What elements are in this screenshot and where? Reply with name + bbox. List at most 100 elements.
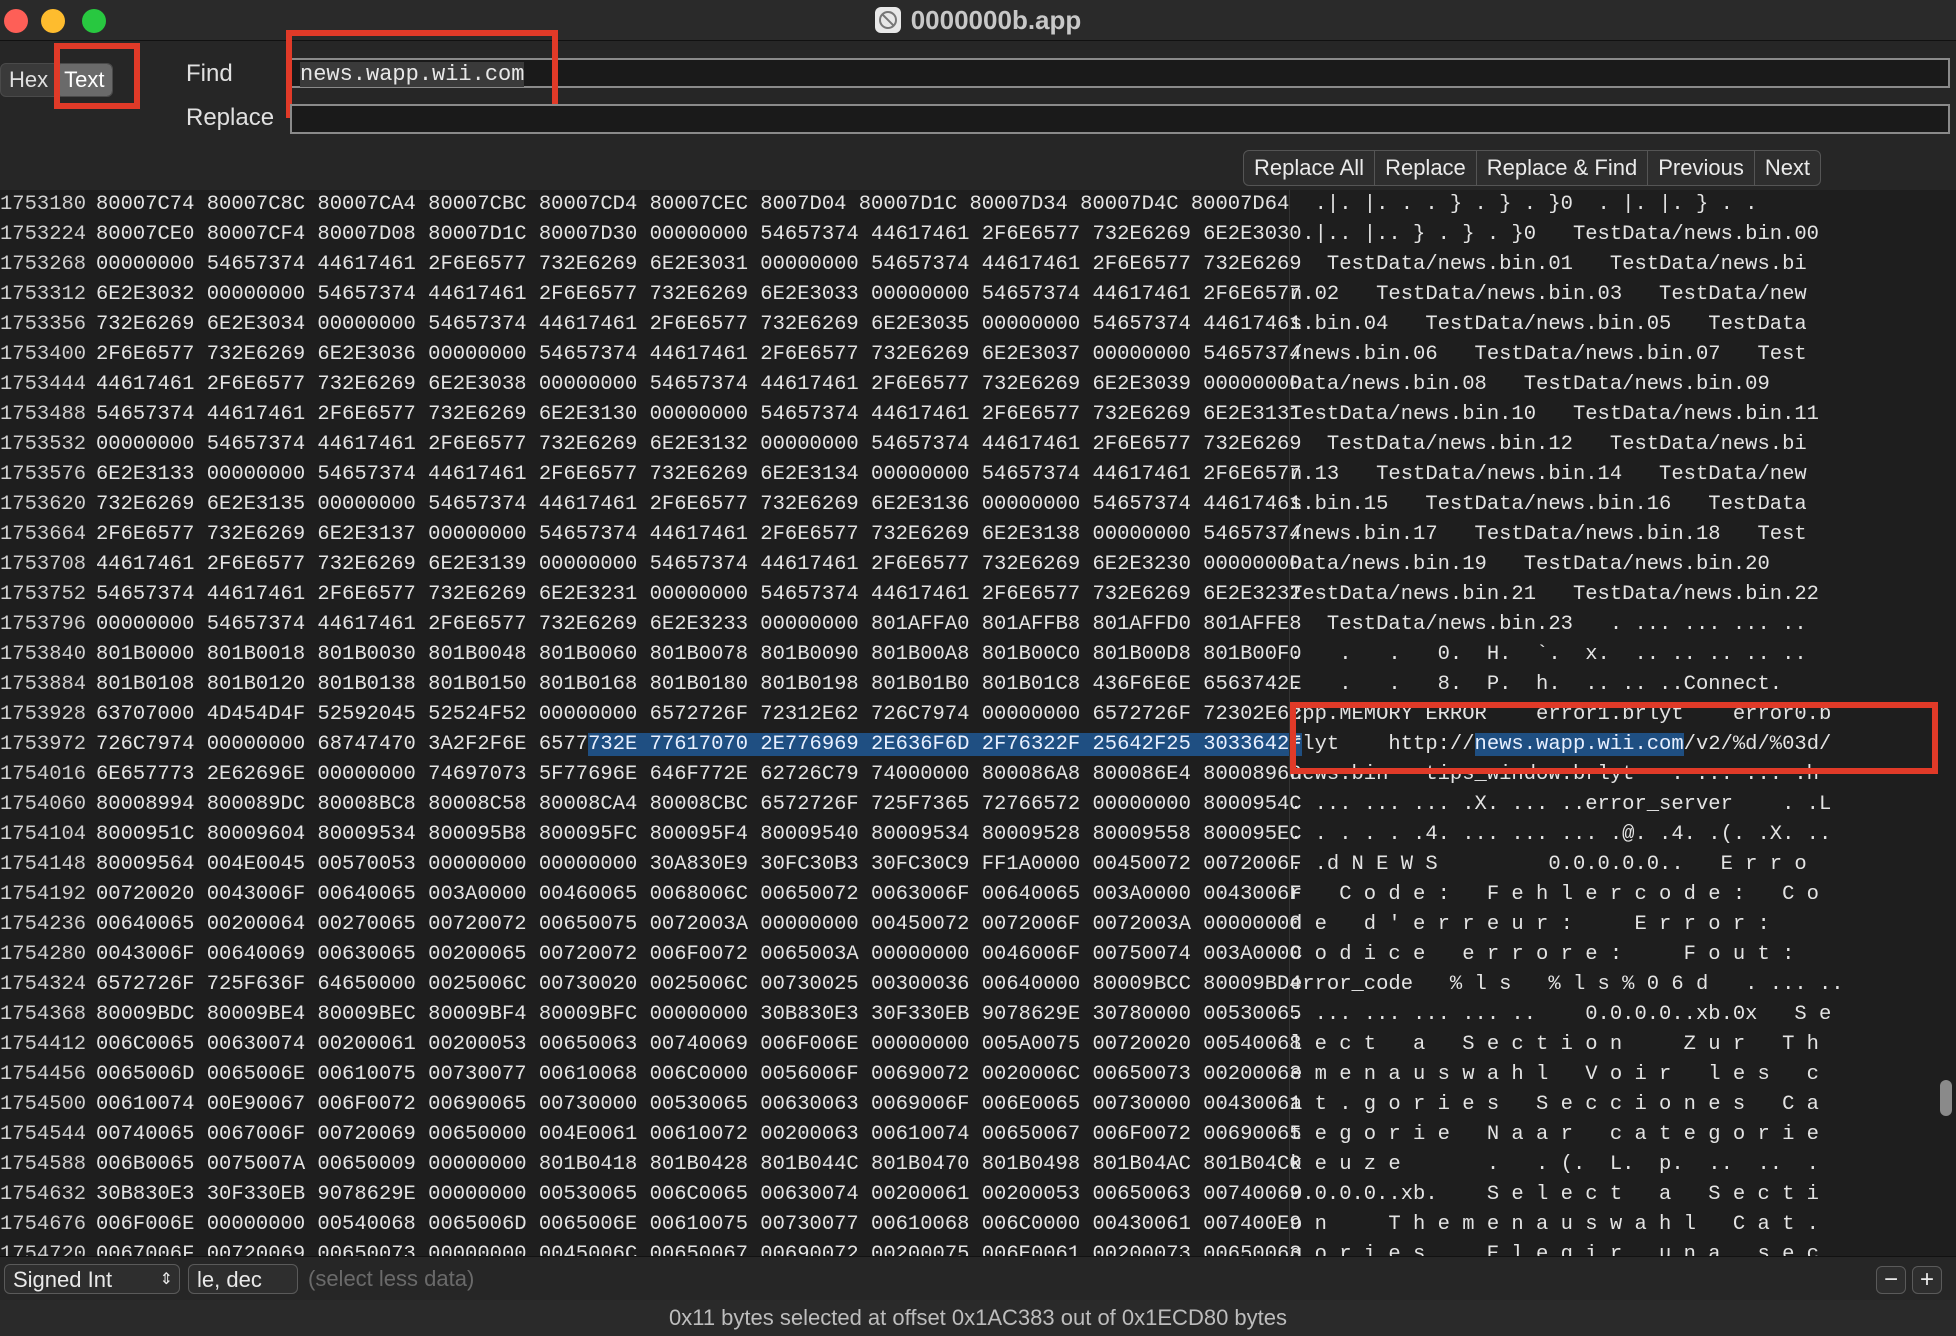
hex-row[interactable]: 2F6E6577 732E6269 6E2E3137 00000000 5465… [96, 520, 1302, 550]
text-row[interactable]: .|.. |.. } . } . }0 TestData/news.bin.00 [1290, 220, 1922, 250]
replace-button[interactable]: Replace [1375, 151, 1477, 185]
replace-all-button[interactable]: Replace All [1244, 151, 1376, 185]
replace-and-find-button[interactable]: Replace & Find [1477, 151, 1649, 185]
hex-row[interactable]: 2F6E6577 732E6269 6E2E3036 00000000 5465… [96, 340, 1302, 370]
hex-row[interactable]: 006B0065 0075007A 00650009 00000000 801B… [96, 1150, 1302, 1180]
text-row[interactable]: r C o d e : F e h l e r c o d e : C o [1290, 880, 1922, 910]
previous-button[interactable]: Previous [1648, 151, 1755, 185]
replace-field[interactable] [290, 104, 1950, 134]
remove-row-button[interactable]: − [1876, 1266, 1906, 1294]
hex-row[interactable]: 6572726F 725F636F 64650000 0025006C 0073… [96, 970, 1302, 1000]
hex-column[interactable]: 80007C74 80007C8C 80007CA4 80007CBC 8000… [96, 190, 1302, 1270]
text-row[interactable]: TestData/news.bin.01 TestData/news.bi [1290, 250, 1922, 280]
hex-row[interactable]: 80009564 004E0045 00570053 00000000 0000… [96, 850, 1302, 880]
offset-cell: 1754632 [0, 1183, 87, 1206]
hex-row[interactable]: 00000000 54657374 44617461 2F6E6577 732E… [96, 610, 1302, 640]
text-row[interactable]: TestData/news.bin.23 . ... ... ... .. [1290, 610, 1922, 640]
hex-row[interactable]: 0065006D 0065006E 00610075 00730077 0061… [96, 1060, 1302, 1090]
hex-editor[interactable]: 1753180 1753224 1753268 1753312 1753356 17534… [0, 190, 1956, 1266]
text-row[interactable]: TestData/news.bin.21 TestData/news.bin.2… [1290, 580, 1922, 610]
vertical-scrollbar-thumb[interactable] [1940, 1080, 1952, 1116]
text-row[interactable]: Data/news.bin.19 TestData/news.bin.20 [1290, 550, 1922, 580]
hex-mode-tab[interactable]: Hex [1, 64, 56, 96]
text-column[interactable]: .|. |. . . } . } . }0 . |. |. } . . .|..… [1290, 190, 1922, 1270]
text-row[interactable]: cpp.MEMORY ERROR error1.brlyt error0.b [1290, 700, 1922, 730]
text-row[interactable]: . . . 8. P. h. .. .. ..Connect. [1290, 670, 1922, 700]
hex-row[interactable]: 732E6269 6E2E3135 00000000 54657374 4461… [96, 490, 1302, 520]
text-row[interactable]: /news.bin.17 TestData/news.bin.18 Test [1290, 520, 1922, 550]
hex-row[interactable]: 00000000 54657374 44617461 2F6E6577 732E… [96, 250, 1302, 280]
text-selection[interactable]: news.wapp.wii.com [1474, 733, 1684, 756]
text-row[interactable]: s.bin.04 TestData/news.bin.05 TestData [1290, 310, 1922, 340]
text-row[interactable]: t e g o r i e N a a r c a t e g o r i e [1290, 1120, 1922, 1150]
hex-row[interactable]: 6E2E3133 00000000 54657374 44617461 2F6E… [96, 460, 1302, 490]
text-row[interactable]: Data/news.bin.08 TestData/news.bin.09 [1290, 370, 1922, 400]
hex-selection[interactable]: 732E 77617070 2E776969 2E636F6D 2F76322F… [588, 733, 1302, 756]
text-row[interactable]: o n T h e m e n a u s w a h l C a t . [1290, 1210, 1922, 1240]
text-row[interactable]: error_code % l s % l s % 0 6 d . ... .. [1290, 970, 1922, 1000]
text-row[interactable]: .|. |. . . } . } . }0 . |. |. } . . [1290, 190, 1922, 220]
hex-row[interactable]: 00610074 00E90067 006F0072 00690065 0073… [96, 1090, 1302, 1120]
text-row[interactable]: n.02 TestData/news.bin.03 TestData/new [1290, 280, 1922, 310]
hex-row[interactable]: 80007C74 80007C8C 80007CA4 80007CBC 8000… [96, 190, 1289, 220]
offset-cell: 1753840 [0, 643, 87, 666]
add-row-button[interactable]: + [1912, 1266, 1942, 1294]
hex-row[interactable]: 801B0000 801B0018 801B0030 801B0048 801B… [96, 640, 1302, 670]
text-row[interactable]: . . . . . .4. ... ... ... .@. .4. .(. .X… [1290, 820, 1922, 850]
text-row[interactable]: n.13 TestData/news.bin.14 TestData/new [1290, 460, 1922, 490]
hex-row[interactable]: 44617461 2F6E6577 732E6269 6E2E3139 0000… [96, 550, 1302, 580]
text-row[interactable]: k e u z e . . (. L. p. .. .. . [1290, 1150, 1922, 1180]
hex-row[interactable]: 54657374 44617461 2F6E6577 732E6269 6E2E… [96, 580, 1302, 610]
text-row[interactable]: d e d ' e r r e u r : E r r o r : [1290, 910, 1922, 940]
hex-row[interactable]: 0043006F 00640069 00630065 00200065 0072… [96, 940, 1302, 970]
find-field[interactable]: news.wapp.wii.com [290, 58, 1950, 88]
hex-row[interactable]: 80008994 800089DC 80008BC8 80008C58 8000… [96, 790, 1302, 820]
text-row[interactable]: /news.bin.06 TestData/news.bin.07 Test [1290, 340, 1922, 370]
offset-cell: 1753356 [0, 313, 87, 336]
text-row[interactable]: . ... ... ... .X. ... ..error_server . .… [1290, 790, 1922, 820]
hex-row[interactable]: 00740065 0067006F 00720069 00650000 004E… [96, 1120, 1302, 1150]
hex-row[interactable]: 00720020 0043006F 00640065 003A0000 0046… [96, 880, 1302, 910]
text-row[interactable]: TestData/news.bin.12 TestData/news.bi [1290, 430, 1922, 460]
hex-row[interactable]: 006C0065 00630074 00200061 00200053 0065… [96, 1030, 1302, 1060]
offset-cell: 1753928 [0, 703, 87, 726]
hex-row[interactable]: 801B0108 801B0120 801B0138 801B0150 801B… [96, 670, 1302, 700]
next-button[interactable]: Next [1755, 151, 1820, 185]
text-row[interactable]: 0.0.0.0..xb. S e l e c t a S e c t i [1290, 1180, 1922, 1210]
hex-row[interactable]: 726C7974 00000000 68747470 3A2F2F6E 6577… [96, 730, 1302, 760]
text-row[interactable]: . .d N E W S 0.0.0.0.0.. E r r o [1290, 850, 1922, 880]
text-row[interactable]: TestData/news.bin.10 TestData/news.bin.1… [1290, 400, 1922, 430]
hex-row[interactable]: 6E657773 2E62696E 00000000 74697073 5F77… [96, 760, 1302, 790]
text-row[interactable]: news.bin tips_window.brlyt . ... ... .h [1290, 760, 1922, 790]
text-row[interactable]: a t . g o r i e s S e c c i o n e s C a [1290, 1090, 1922, 1120]
hex-row[interactable]: 63707000 4D454D4F 52592045 52524F52 0000… [96, 700, 1302, 730]
text-row[interactable]: l e c t a S e c t i o n Z u r T h [1290, 1030, 1922, 1060]
hex-row[interactable]: 44617461 2F6E6577 732E6269 6E2E3038 0000… [96, 370, 1302, 400]
hex-text-toggle[interactable]: Hex Text [0, 63, 114, 97]
hex-row[interactable]: 00000000 54657374 44617461 2F6E6577 732E… [96, 430, 1302, 460]
text-row[interactable]: e m e n a u s w a h l V o i r l e s c [1290, 1060, 1922, 1090]
text-row[interactable]: rlyt http://news.wapp.wii.com/v2/%d/%03d… [1290, 730, 1922, 760]
text-row[interactable]: . ... ... ... ... .. 0.0.0.0..xb.0x S e [1290, 1000, 1922, 1030]
hex-row[interactable]: 6E2E3032 00000000 54657374 44617461 2F6E… [96, 280, 1302, 310]
hex-row[interactable]: 00640065 00200064 00270065 00720072 0065… [96, 910, 1302, 940]
hex-row[interactable]: 732E6269 6E2E3034 00000000 54657374 4461… [96, 310, 1302, 340]
window-title-group: 0000000b.app [0, 0, 1956, 40]
offset-cell: 1753620 [0, 493, 87, 516]
type-select[interactable]: Signed Int ⇕ [4, 1264, 180, 1294]
text-mode-tab[interactable]: Text [56, 64, 113, 96]
hex-row[interactable]: 80007CE0 80007CF4 80007D08 80007D1C 8000… [96, 220, 1302, 250]
text-row[interactable]: C o d i c e e r r o r e : F o u t : [1290, 940, 1922, 970]
hex-row[interactable]: 30B830E3 30F330EB 9078629E 00000000 0053… [96, 1180, 1302, 1210]
hex-row[interactable]: 006F006E 00000000 00540068 0065006D 0065… [96, 1210, 1302, 1240]
offset-cell: 1754456 [0, 1063, 87, 1086]
find-label: Find [186, 60, 233, 87]
find-field-value: news.wapp.wii.com [300, 62, 525, 87]
text-row[interactable]: . . . 0. H. `. x. .. .. .. .. .. [1290, 640, 1922, 670]
format-select[interactable]: le, dec [188, 1264, 298, 1294]
hex-row[interactable]: 54657374 44617461 2F6E6577 732E6269 6E2E… [96, 400, 1302, 430]
hex-row[interactable]: 8000951C 80009604 80009534 800095B8 8000… [96, 820, 1302, 850]
offset-cell: 1753488 [0, 403, 87, 426]
hex-row[interactable]: 80009BDC 80009BE4 80009BEC 80009BF4 8000… [96, 1000, 1302, 1030]
text-row[interactable]: s.bin.15 TestData/news.bin.16 TestData [1290, 490, 1922, 520]
